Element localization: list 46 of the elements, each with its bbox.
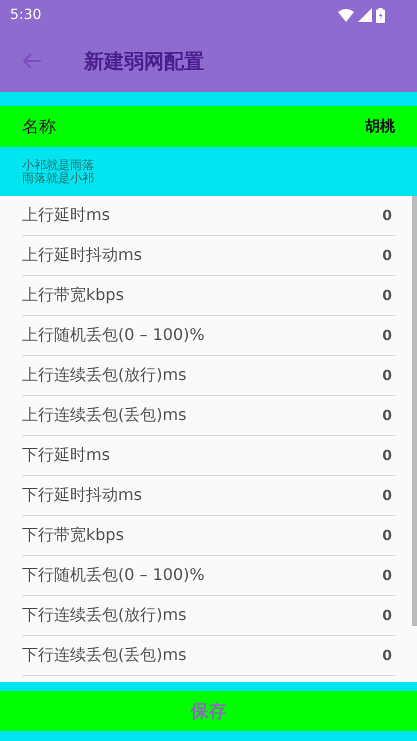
setting-label: 上行连续丢包(丢包)ms [22,405,186,426]
setting-label: 下行连续丢包(丢包)ms [22,645,186,666]
setting-label: 上行连续丢包(放行)ms [22,365,186,386]
setting-label: 下行带宽kbps [22,525,124,546]
setting-row[interactable]: 下行随机丢包(0 – 100)% 0 [22,556,395,596]
setting-value: 0 [382,328,392,344]
setting-value: 0 [382,448,392,464]
wifi-icon [338,8,354,22]
setting-row[interactable]: 下行延时抖动ms 0 [22,476,395,516]
clock-time: 5:30 [10,7,42,23]
setting-label: 下行延时ms [22,445,110,466]
setting-row[interactable]: 上行连续丢包(丢包)ms 0 [22,396,395,436]
signal-icon [358,8,372,22]
setting-value: 0 [382,368,392,384]
setting-value: 0 [382,568,392,584]
setting-row[interactable]: 上行延时抖动ms 0 [22,236,395,276]
setting-value: 0 [382,608,392,624]
setting-label: 上行随机丢包(0 – 100)% [22,325,205,346]
setting-label: 上行延时ms [22,205,110,226]
description-line: 雨落就是小祁 [22,172,95,184]
setting-label: 上行延时抖动ms [22,245,142,266]
setting-label: 下行连续丢包(放行)ms [22,605,186,626]
back-arrow-icon [22,52,42,70]
description-line: 小祁就是雨落 [22,158,95,172]
setting-row[interactable]: 上行随机丢包(0 – 100)% 0 [22,316,395,356]
battery-icon [376,8,385,22]
setting-row[interactable]: 上行延时ms 0 [22,196,395,236]
setting-label: 下行延时抖动ms [22,485,142,506]
setting-row[interactable]: 下行连续丢包(放行)ms 0 [22,596,395,636]
setting-value: 0 [382,248,392,264]
setting-row[interactable]: 下行连续丢包(丢包)ms 0 [22,636,395,676]
setting-value: 0 [382,288,392,304]
setting-value: 0 [382,648,392,664]
setting-row[interactable]: 下行带宽kbps 0 [22,516,395,556]
name-label: 名称 [22,116,56,138]
setting-row[interactable]: 上行连续丢包(放行)ms 0 [22,356,395,396]
setting-value: 0 [382,488,392,504]
setting-value: 0 [382,208,392,224]
setting-label: 上行带宽kbps [22,285,124,306]
setting-row[interactable]: 下行延时ms 0 [22,436,395,476]
setting-row[interactable]: 上行带宽kbps 0 [22,276,395,316]
name-value: 胡桃 [365,117,395,136]
setting-value: 0 [382,408,392,424]
setting-label: 下行随机丢包(0 – 100)% [22,565,205,586]
screen-title: 新建弱网配置 [84,48,204,74]
setting-value: 0 [382,528,392,544]
